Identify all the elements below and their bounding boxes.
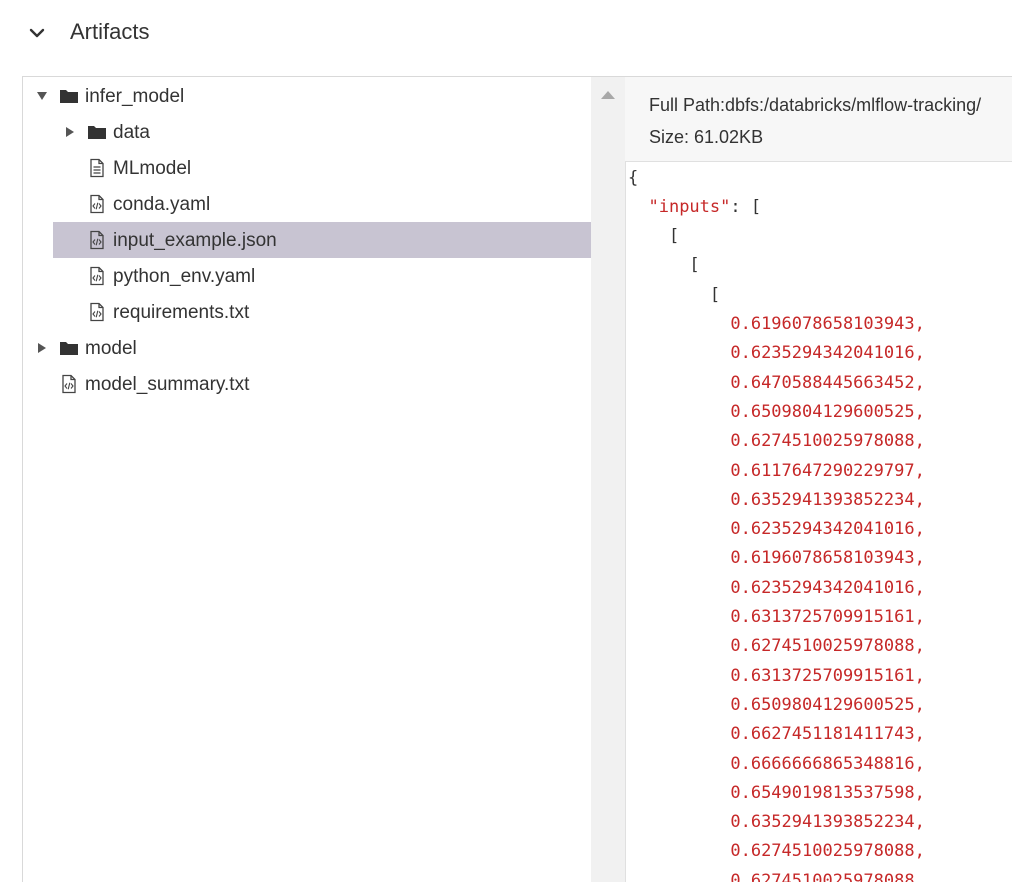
- artifacts-section-header: Artifacts: [0, 0, 1012, 70]
- code-line: 0.6274510025978088,: [628, 837, 925, 866]
- tree-item-input-example-json[interactable]: input_example.json: [23, 222, 591, 258]
- code-line: 0.6196078658103943,: [628, 544, 925, 573]
- file-code-icon: [90, 230, 104, 250]
- tree-item-requirements-txt[interactable]: requirements.txt: [23, 294, 591, 330]
- scroll-up-arrow-icon[interactable]: [600, 90, 616, 100]
- folder-icon: [88, 126, 106, 139]
- code-line: 0.6509804129600525,: [628, 398, 925, 427]
- json-number-value: 0.6274510025978088,: [730, 431, 925, 452]
- tree-item-conda-yaml[interactable]: conda.yaml: [23, 186, 591, 222]
- tree-item-model[interactable]: model: [23, 330, 591, 366]
- code-line: 0.6549019813537598,: [628, 779, 925, 808]
- code-line: {: [628, 164, 638, 193]
- tree-item-label: conda.yaml: [113, 194, 211, 215]
- code-line: 0.6352941393852234,: [628, 486, 925, 515]
- json-number-value: 0.6509804129600525,: [730, 401, 925, 422]
- json-number-value: 0.6235294342041016,: [730, 343, 925, 364]
- tree-item-label: input_example.json: [113, 230, 277, 251]
- json-number-value: 0.6470588445663452,: [730, 372, 925, 393]
- json-number-value: 0.6235294342041016,: [730, 519, 925, 540]
- code-line: 0.6196078658103943,: [628, 310, 925, 339]
- json-punct: : [: [730, 197, 762, 217]
- tree-item-label: MLmodel: [113, 158, 192, 179]
- folder-icon: [60, 90, 78, 103]
- code-line: 0.6313725709915161,: [628, 662, 925, 691]
- tree-item-python-env-yaml[interactable]: python_env.yaml: [23, 258, 591, 294]
- json-number-value: 0.6509804129600525,: [730, 694, 925, 715]
- caret-down-icon[interactable]: [37, 90, 47, 102]
- code-line: 0.6627451181411743,: [628, 720, 925, 749]
- tree-item-model-summary-txt[interactable]: model_summary.txt: [23, 366, 591, 402]
- code-line: 0.6235294342041016,: [628, 515, 925, 544]
- json-number-value: 0.6235294342041016,: [730, 577, 925, 598]
- code-line: 0.6509804129600525,: [628, 691, 925, 720]
- tree-item-label: infer_model: [85, 86, 185, 107]
- tree-item-label: data: [113, 122, 150, 143]
- json-key: "inputs": [648, 197, 731, 217]
- tree-item-label: requirements.txt: [113, 302, 250, 323]
- full-path-text: Full Path:dbfs:/databricks/mlflow-tracki…: [649, 95, 982, 115]
- tree-item-label: python_env.yaml: [113, 266, 256, 287]
- json-punct: [: [668, 226, 680, 246]
- file-code-icon: [90, 194, 104, 214]
- json-number-value: 0.6313725709915161,: [730, 607, 925, 627]
- tree-item-infer-model[interactable]: infer_model: [23, 78, 591, 114]
- artifact-preview: Full Path:dbfs:/databricks/mlflow-tracki…: [625, 77, 1012, 882]
- tree-item-data[interactable]: data: [23, 114, 591, 150]
- code-line: 0.6117647290229797,: [628, 457, 925, 486]
- code-line: 0.6274510025978088: [628, 867, 915, 882]
- json-number-value: 0.6666666865348816,: [730, 753, 925, 774]
- caret-right-icon[interactable]: [65, 126, 75, 138]
- caret-right-icon[interactable]: [37, 342, 47, 354]
- json-number-value: 0.6274510025978088,: [730, 636, 925, 657]
- code-line: [: [628, 281, 720, 310]
- code-line: 0.6313725709915161,: [628, 603, 925, 632]
- tree-item-mlmodel[interactable]: MLmodel: [23, 150, 591, 186]
- code-line: 0.6352941393852234,: [628, 808, 925, 837]
- tree-item-label: model_summary.txt: [85, 374, 250, 395]
- json-number-value: 0.6117647290229797,: [730, 460, 925, 481]
- code-line: 0.6274510025978088,: [628, 632, 925, 661]
- json-number-value: 0.6549019813537598,: [730, 782, 925, 803]
- chevron-down-icon[interactable]: [26, 22, 48, 44]
- file-code-icon: [90, 302, 104, 322]
- json-number-value: 0.6196078658103943,: [730, 548, 925, 569]
- code-line: [: [628, 222, 679, 251]
- json-punct: [: [689, 255, 700, 275]
- json-number-value: 0.6352941393852234,: [730, 489, 925, 510]
- tree-scrollbar[interactable]: [591, 77, 625, 882]
- code-line: "inputs": [: [628, 193, 761, 222]
- json-number-value: 0.6196078658103943,: [730, 314, 925, 334]
- file-text-icon: [90, 158, 104, 178]
- file-code-icon: [90, 266, 104, 286]
- code-line: 0.6666666865348816,: [628, 750, 925, 779]
- json-number-value: 0.6274510025978088,: [730, 841, 925, 862]
- artifacts-page: Artifacts infer_model data MLmodel conda…: [0, 0, 1012, 882]
- code-line: 0.6235294342041016,: [628, 574, 925, 603]
- code-line: 0.6235294342041016,: [628, 339, 925, 368]
- code-line: [: [628, 251, 700, 280]
- json-number-value: 0.6274510025978088: [730, 870, 915, 882]
- artifacts-browser: infer_model data MLmodel conda.yaml inpu…: [22, 76, 1012, 882]
- code-line: 0.6470588445663452,: [628, 369, 925, 398]
- code-line: 0.6274510025978088,: [628, 427, 925, 456]
- file-code-icon: [62, 374, 76, 394]
- artifact-tree: infer_model data MLmodel conda.yaml inpu…: [23, 77, 591, 882]
- tree-item-label: model: [85, 338, 137, 359]
- json-code-viewer[interactable]: { "inputs": [ [ [ [ 0.6196078658103943, …: [625, 161, 1012, 882]
- section-title: Artifacts: [70, 19, 150, 44]
- json-number-value: 0.6627451181411743,: [730, 724, 925, 745]
- json-open-brace: {: [628, 168, 639, 188]
- folder-icon: [60, 342, 78, 355]
- json-number-value: 0.6352941393852234,: [730, 812, 925, 833]
- json-punct: [: [709, 285, 721, 305]
- json-number-value: 0.6313725709915161,: [730, 665, 925, 686]
- file-size-text: Size: 61.02KB: [649, 127, 764, 147]
